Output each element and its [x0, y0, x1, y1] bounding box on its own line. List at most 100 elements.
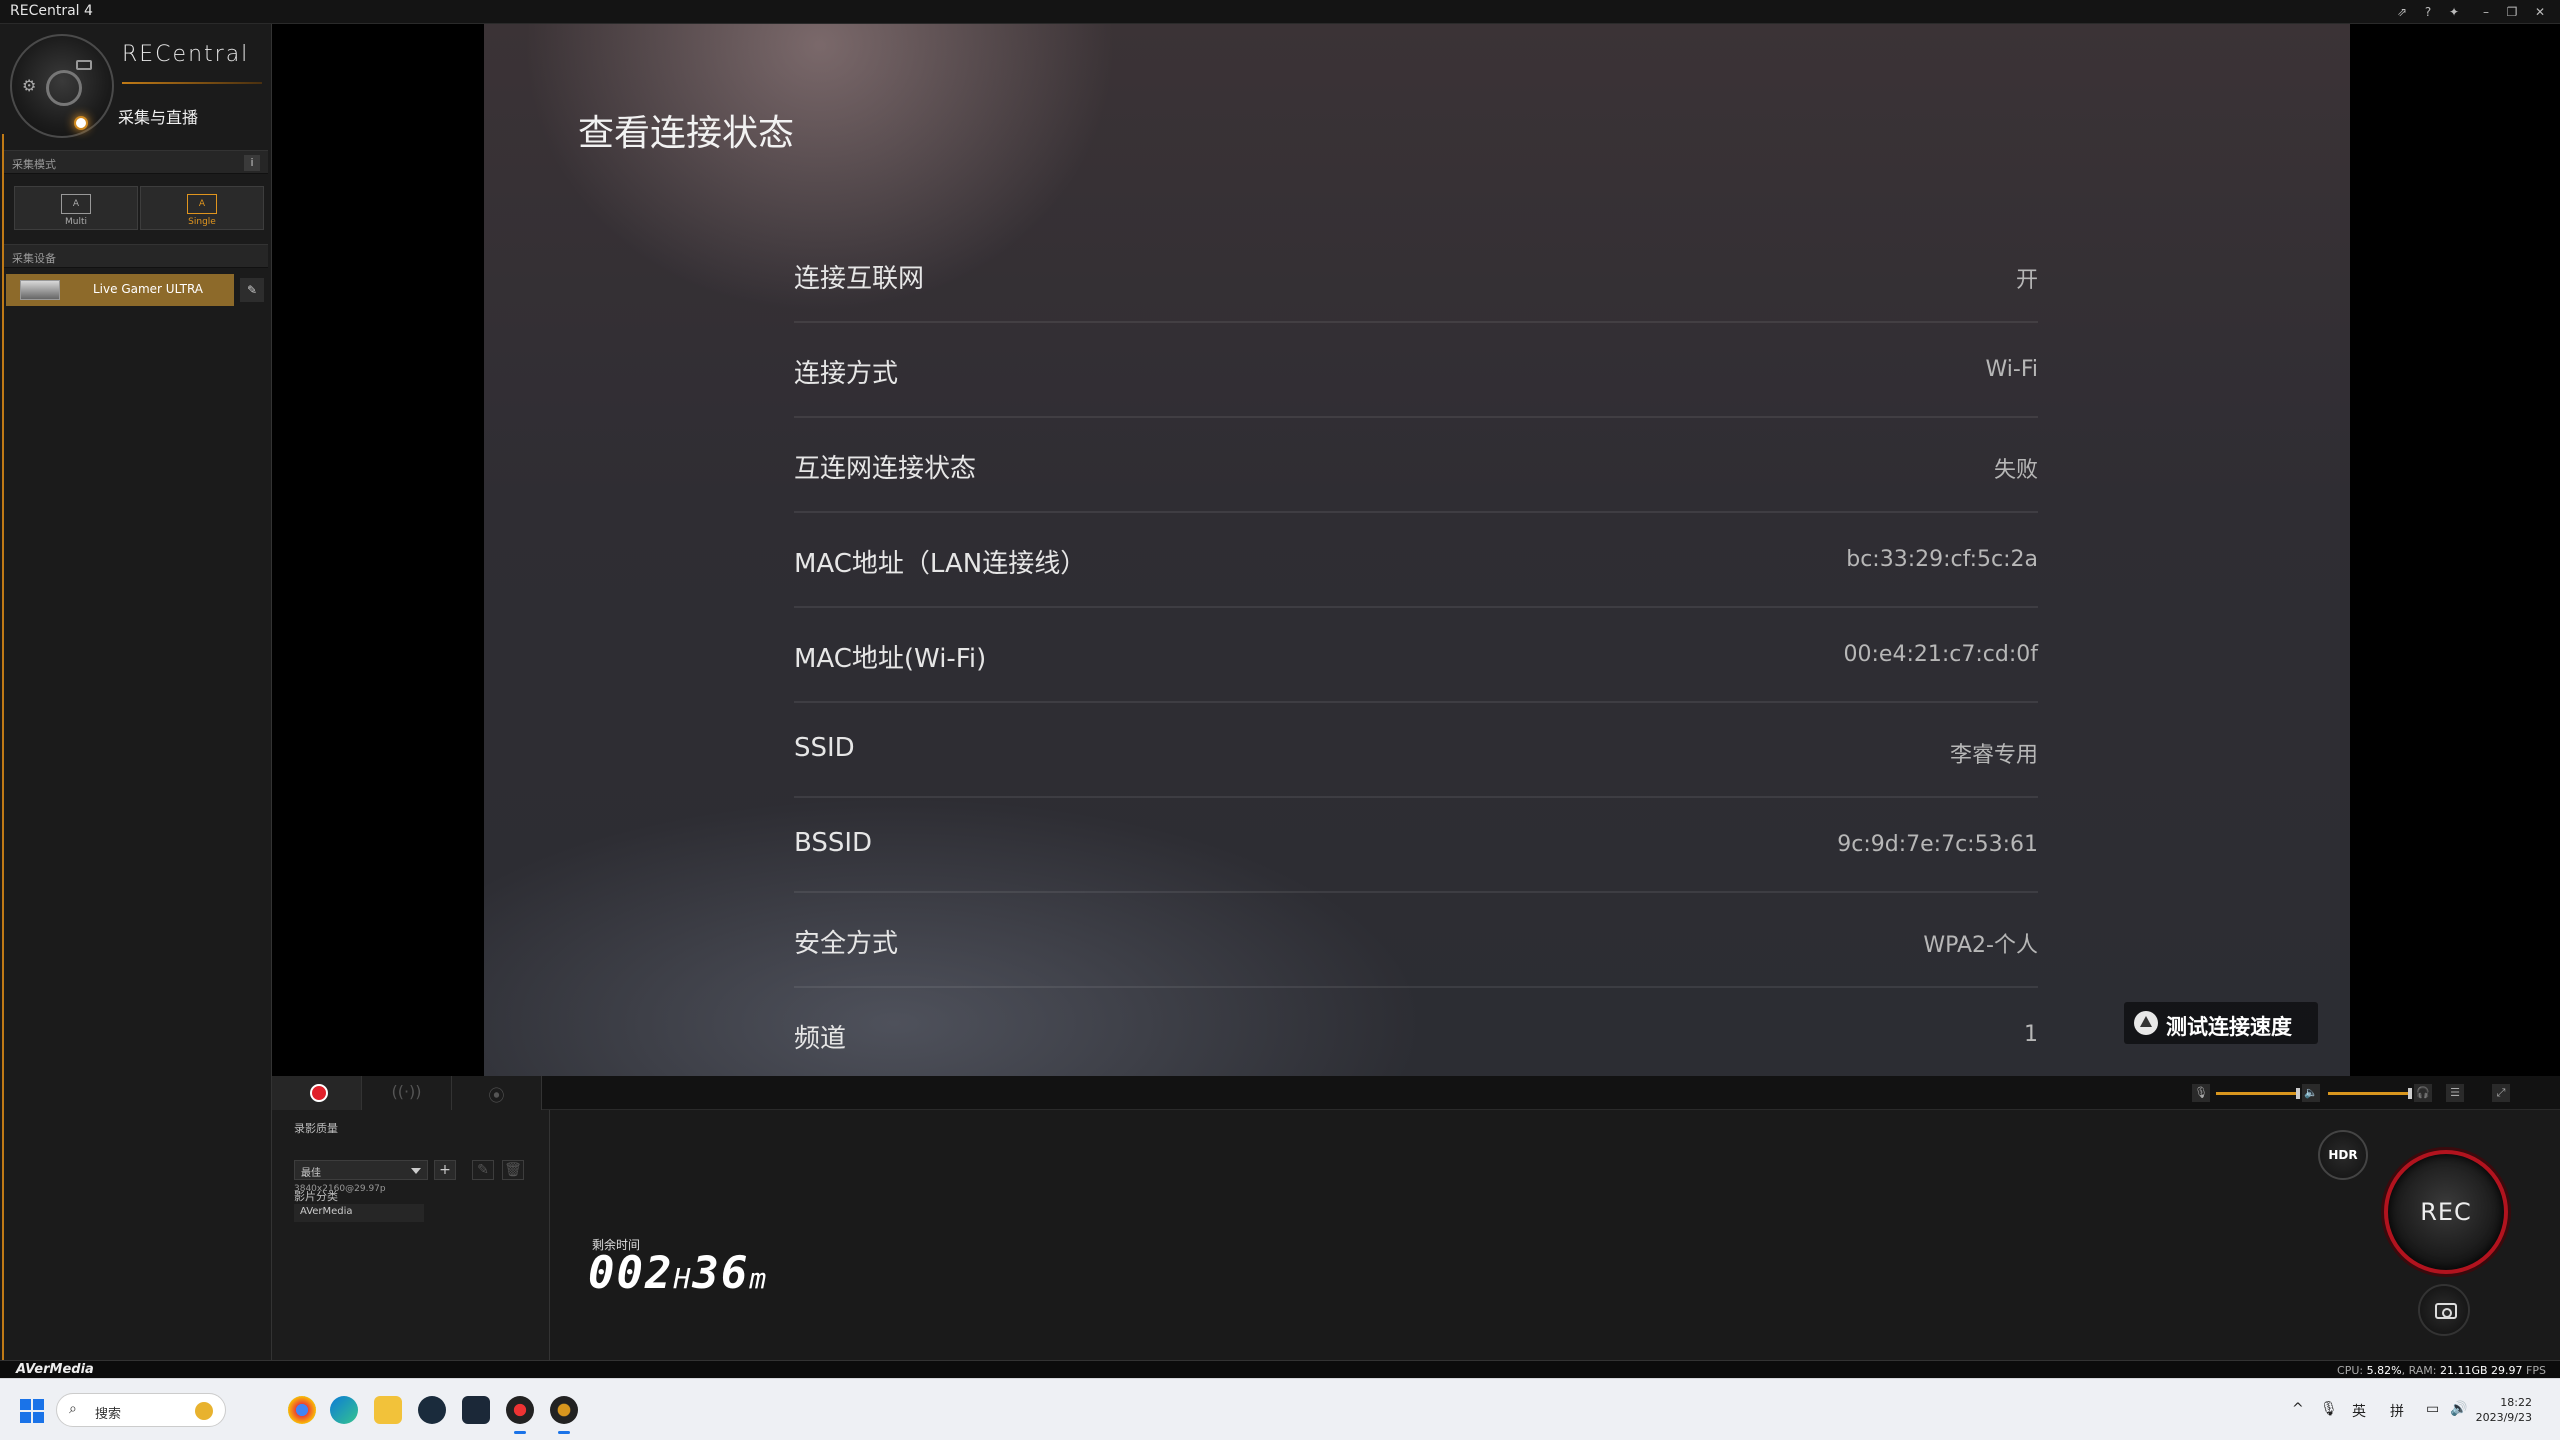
speaker-icon[interactable]: 🔈 — [2302, 1084, 2320, 1102]
remaining-minutes: 36 — [692, 1248, 750, 1299]
hours-unit: H — [673, 1262, 693, 1295]
row-key: SSID — [794, 733, 855, 763]
status-row[interactable]: 互连网连接状态 失败 — [794, 418, 2038, 513]
chrome-icon[interactable] — [288, 1396, 316, 1424]
file-explorer-icon[interactable] — [374, 1396, 402, 1424]
clock-date: 2023/9/23 — [2475, 1411, 2532, 1424]
status-row[interactable]: 连接方式 Wi-Fi — [794, 323, 2038, 418]
folder-field[interactable]: AVerMedia — [294, 1204, 424, 1222]
edge-icon[interactable] — [330, 1396, 358, 1424]
rec-label: REC — [2420, 1198, 2472, 1226]
video-preview[interactable]: 查看连接状态 连接互联网 开 连接方式 Wi-Fi 互连网连接状态 失败 MAC… — [484, 24, 2350, 1076]
edit-profile-button[interactable]: ✎ — [472, 1160, 494, 1180]
rec-button[interactable]: REC — [2384, 1150, 2508, 1274]
tab-record-stream[interactable]: ⦿ — [452, 1076, 542, 1110]
hdr-button[interactable]: HDR — [2318, 1130, 2368, 1180]
minimize-button[interactable]: – — [2474, 0, 2498, 24]
tab-stream[interactable]: ((·)) — [362, 1076, 452, 1110]
logo-underline — [122, 82, 262, 84]
start-button[interactable] — [20, 1399, 44, 1423]
help-icon[interactable]: ? — [2416, 0, 2440, 24]
mode-name: 采集与直播 — [118, 108, 199, 127]
quality-value: 最佳 — [301, 1168, 321, 1179]
clock[interactable]: 18:22 2023/9/23 — [2476, 1395, 2532, 1425]
slider-knob[interactable] — [2407, 1088, 2412, 1099]
headphone-icon[interactable]: 🎧 — [2414, 1084, 2432, 1102]
snapshot-button[interactable] — [2418, 1284, 2470, 1336]
status-row[interactable]: SSID 李睿专用 — [794, 703, 2038, 798]
speaker-volume-slider[interactable] — [2328, 1088, 2412, 1099]
add-profile-button[interactable]: + — [434, 1160, 456, 1180]
row-value: 9c:9d:7e:7c:53:61 — [1837, 832, 2038, 857]
mode-dial[interactable]: ⚙ — [10, 34, 114, 138]
mode-single-label: Single — [188, 217, 216, 227]
close-button[interactable]: ✕ — [2528, 0, 2552, 24]
cpu-value: 5.82% — [2366, 1364, 2402, 1377]
mode-multi-button[interactable]: A Multi — [14, 186, 138, 230]
steam-icon[interactable] — [462, 1396, 490, 1424]
camera-icon — [2435, 1303, 2457, 1319]
search-icon: ⌕ — [69, 1401, 77, 1417]
capture-mode-header: 采集模式 i — [4, 150, 268, 174]
mode-multi-label: Multi — [65, 217, 87, 227]
info-icon[interactable]: i — [244, 155, 260, 171]
status-row[interactable]: 连接互联网 开 — [794, 228, 2038, 323]
app-icon[interactable] — [506, 1396, 534, 1434]
status-row[interactable]: 安全方式 WPA2-个人 — [794, 893, 2038, 988]
volume-icon[interactable]: 🔊 — [2450, 1401, 2467, 1417]
edit-device-icon[interactable]: ✎ — [240, 278, 264, 302]
row-value: 1 — [2024, 1022, 2038, 1047]
row-key: BSSID — [794, 828, 873, 858]
app-icon[interactable] — [418, 1396, 446, 1424]
ime-indicator[interactable]: 拼 — [2390, 1401, 2404, 1421]
status-row[interactable]: MAC地址(Wi-Fi) 00:e4:21:c7:cd:0f — [794, 608, 2038, 703]
gear-icon[interactable]: ⚙ — [22, 76, 36, 95]
network-icon[interactable]: ▭ — [2426, 1401, 2439, 1417]
record-stream-icon: ⦿ — [488, 1086, 505, 1105]
mic-icon[interactable]: 🎙 — [2192, 1084, 2210, 1102]
windows-logo-part — [20, 1412, 31, 1423]
app-logo: RECentral — [122, 42, 250, 67]
quality-select[interactable]: 最佳 — [294, 1160, 428, 1180]
speed-test-label: 测试连接速度 — [2166, 1015, 2292, 1039]
restore-button[interactable]: ❐ — [2500, 0, 2524, 24]
row-value: WPA2-个人 — [1923, 933, 2038, 958]
status-row[interactable]: 频道 1 — [794, 988, 2038, 1076]
status-row[interactable]: BSSID 9c:9d:7e:7c:53:61 — [794, 798, 2038, 893]
function-tabs: ((·)) ⦿ 🎙 🔈 🎧 ☰ ⤢ — [272, 1076, 2560, 1110]
multi-icon: A — [61, 194, 91, 214]
speed-test-button[interactable]: 测试连接速度 — [2124, 1002, 2318, 1044]
mic-volume-slider[interactable] — [2216, 1088, 2300, 1099]
pin-icon[interactable]: ⇗ — [2390, 0, 2414, 24]
chevron-up-icon[interactable]: ^ — [2292, 1401, 2304, 1417]
tab-record[interactable] — [272, 1076, 362, 1110]
remaining-hours: 002 — [588, 1248, 674, 1299]
fullscreen-icon[interactable]: ⤢ — [2492, 1084, 2510, 1102]
mixer-icon[interactable]: ☰ — [2446, 1084, 2464, 1102]
sidebar: ⚙ RECentral 采集与直播 采集模式 i A Multi A Singl… — [0, 24, 272, 1360]
recentral-taskbar-icon[interactable] — [550, 1396, 578, 1434]
row-value: bc:33:29:cf:5c:2a — [1846, 547, 2038, 572]
slider-knob[interactable] — [2295, 1088, 2300, 1099]
capture-mode-label: 采集模式 — [12, 158, 56, 171]
control-panel: ((·)) ⦿ 🎙 🔈 🎧 ☰ ⤢ 录影质量 最佳 + ✎ 🗑 3840x216… — [272, 1076, 2560, 1360]
row-value: 开 — [2015, 268, 2038, 293]
status-row[interactable]: MAC地址（LAN连接线） bc:33:29:cf:5c:2a — [794, 513, 2038, 608]
cpu-label: CPU: — [2337, 1364, 2364, 1377]
camera-icon — [76, 60, 92, 70]
row-key: 频道 — [794, 1024, 847, 1054]
row-key: 连接互联网 — [794, 264, 925, 294]
delete-profile-button[interactable]: 🗑 — [502, 1160, 524, 1180]
performance-readout: CPU: 5.82%, RAM: 21.11GB 29.97 FPS — [2337, 1364, 2546, 1377]
ram-label: RAM: — [2408, 1364, 2437, 1377]
taskbar-search[interactable]: ⌕ 搜索 — [56, 1393, 226, 1427]
input-language[interactable]: 英 — [2352, 1401, 2366, 1421]
category-label: 影片分类 — [294, 1190, 338, 1203]
mic-tray-icon[interactable]: 🎙 — [2320, 1401, 2338, 1417]
row-key: 安全方式 — [794, 929, 899, 959]
device-item[interactable]: Live Gamer ULTRA — [6, 274, 234, 306]
fps-label: FPS — [2526, 1364, 2546, 1377]
settings-icon[interactable]: ✦ — [2442, 0, 2466, 24]
mode-single-button[interactable]: A Single — [140, 186, 264, 230]
row-value: 李睿专用 — [1949, 743, 2038, 768]
